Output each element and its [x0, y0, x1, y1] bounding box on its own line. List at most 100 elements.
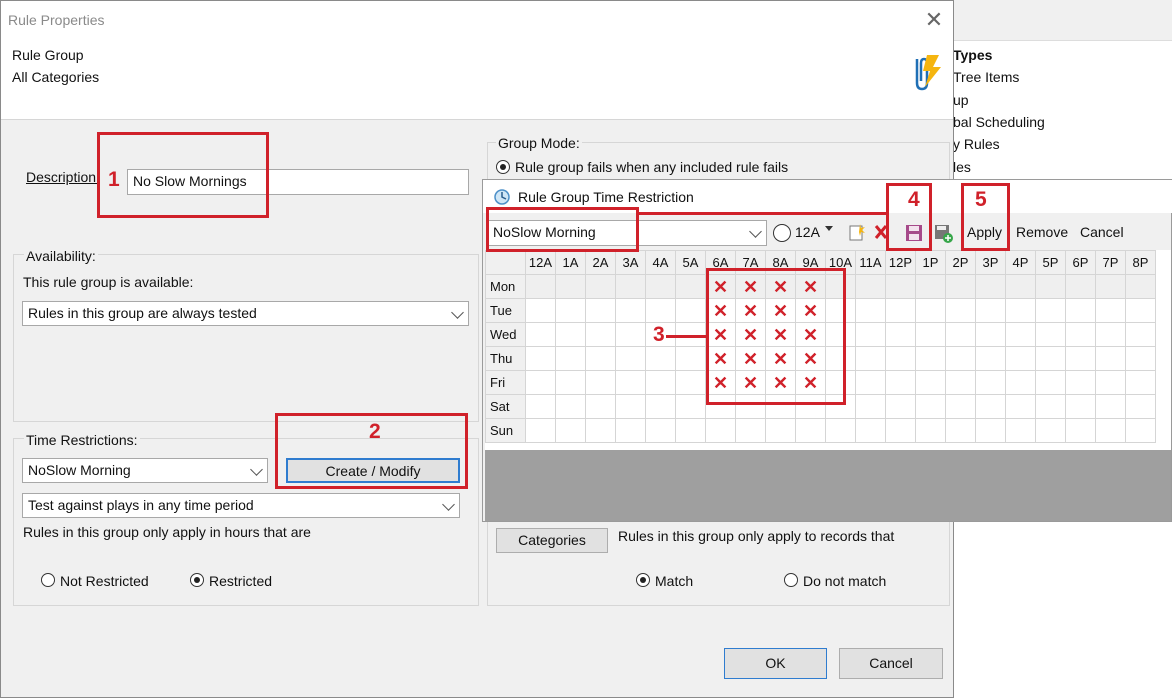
schedule-cell[interactable]: [945, 322, 976, 347]
schedule-cell[interactable]: [1005, 418, 1036, 443]
schedule-cell[interactable]: [915, 394, 946, 419]
schedule-cell[interactable]: [945, 346, 976, 371]
schedule-cell[interactable]: [915, 322, 946, 347]
schedule-cell[interactable]: [1005, 322, 1036, 347]
schedule-cell[interactable]: [585, 370, 616, 395]
day-header[interactable]: Thu: [485, 346, 526, 371]
schedule-cell[interactable]: [1035, 322, 1066, 347]
hour-header[interactable]: 7P: [1095, 250, 1126, 275]
schedule-cell[interactable]: [525, 418, 556, 443]
schedule-cell[interactable]: [615, 370, 646, 395]
schedule-cell[interactable]: [1095, 274, 1126, 299]
schedule-cell[interactable]: [855, 370, 886, 395]
schedule-cell[interactable]: [555, 370, 586, 395]
restricted-radio[interactable]: [190, 573, 204, 587]
schedule-cell[interactable]: [795, 418, 826, 443]
schedule-cell[interactable]: [1095, 346, 1126, 371]
schedule-cell[interactable]: [585, 274, 616, 299]
schedule-cell[interactable]: [585, 298, 616, 323]
schedule-cell[interactable]: [915, 346, 946, 371]
schedule-cell[interactable]: [1095, 322, 1126, 347]
hour-header[interactable]: 5P: [1035, 250, 1066, 275]
schedule-cell[interactable]: [1095, 370, 1126, 395]
day-header[interactable]: Tue: [485, 298, 526, 323]
schedule-cell[interactable]: [1065, 322, 1096, 347]
schedule-cell[interactable]: [855, 418, 886, 443]
schedule-cell[interactable]: [555, 346, 586, 371]
time-dropdown-icon[interactable]: [825, 226, 833, 231]
schedule-cell[interactable]: [945, 370, 976, 395]
schedule-cell[interactable]: [615, 394, 646, 419]
schedule-cell[interactable]: [1005, 370, 1036, 395]
schedule-cell[interactable]: [885, 394, 916, 419]
day-header[interactable]: Fri: [485, 370, 526, 395]
schedule-cell[interactable]: [885, 274, 916, 299]
schedule-cell[interactable]: [525, 322, 556, 347]
schedule-cell[interactable]: [555, 394, 586, 419]
hour-header[interactable]: 3A: [615, 250, 646, 275]
time-restriction-select[interactable]: NoSlow Morning: [22, 458, 268, 483]
schedule-cell[interactable]: [855, 298, 886, 323]
schedule-cell[interactable]: [645, 418, 676, 443]
schedule-cell[interactable]: [1125, 322, 1156, 347]
schedule-cell[interactable]: [675, 394, 706, 419]
schedule-cell[interactable]: [1065, 370, 1096, 395]
group-mode-radio[interactable]: [496, 160, 510, 174]
schedule-cell[interactable]: [1125, 274, 1156, 299]
hour-header[interactable]: 1A: [555, 250, 586, 275]
do-not-match-radio[interactable]: [784, 573, 798, 587]
hour-header[interactable]: 4P: [1005, 250, 1036, 275]
schedule-cell[interactable]: [585, 322, 616, 347]
schedule-cell[interactable]: [945, 394, 976, 419]
schedule-cell[interactable]: [1125, 370, 1156, 395]
schedule-cell[interactable]: [975, 322, 1006, 347]
schedule-cell[interactable]: [825, 418, 856, 443]
schedule-cell[interactable]: [855, 394, 886, 419]
time-value[interactable]: 12A: [795, 224, 820, 240]
cancel-button[interactable]: Cancel: [839, 648, 943, 679]
schedule-cell[interactable]: [1005, 346, 1036, 371]
schedule-cell[interactable]: [1035, 346, 1066, 371]
schedule-cell[interactable]: [1065, 394, 1096, 419]
schedule-cell[interactable]: [1095, 394, 1126, 419]
schedule-cell[interactable]: [1005, 274, 1036, 299]
schedule-cell[interactable]: [675, 370, 706, 395]
hour-header[interactable]: 12P: [885, 250, 916, 275]
hour-header[interactable]: 5A: [675, 250, 706, 275]
schedule-cell[interactable]: [855, 346, 886, 371]
hour-header[interactable]: 2A: [585, 250, 616, 275]
schedule-cell[interactable]: [945, 418, 976, 443]
schedule-cell[interactable]: [975, 298, 1006, 323]
new-icon[interactable]: [847, 222, 867, 242]
schedule-cell[interactable]: [765, 418, 796, 443]
ok-button[interactable]: OK: [724, 648, 827, 679]
schedule-cell[interactable]: [915, 418, 946, 443]
schedule-cell[interactable]: [945, 298, 976, 323]
schedule-cell[interactable]: [1095, 418, 1126, 443]
hour-header[interactable]: 2P: [945, 250, 976, 275]
schedule-cell[interactable]: [585, 346, 616, 371]
schedule-cell[interactable]: [585, 394, 616, 419]
bg-item-rules[interactable]: y Rules: [953, 136, 1000, 152]
schedule-cell[interactable]: [885, 322, 916, 347]
not-restricted-radio[interactable]: [41, 573, 55, 587]
schedule-cell[interactable]: [615, 418, 646, 443]
schedule-cell[interactable]: [555, 298, 586, 323]
hour-header[interactable]: 6P: [1065, 250, 1096, 275]
categories-button[interactable]: Categories: [496, 528, 608, 553]
schedule-cell[interactable]: [885, 346, 916, 371]
bg-item-tree-items[interactable]: Tree Items: [953, 69, 1019, 85]
schedule-cell[interactable]: [615, 322, 646, 347]
schedule-cell[interactable]: [945, 274, 976, 299]
remove-button[interactable]: Remove: [1016, 224, 1068, 240]
schedule-cell[interactable]: [975, 274, 1006, 299]
day-header[interactable]: Sun: [485, 418, 526, 443]
schedule-cell[interactable]: [1035, 418, 1066, 443]
day-header[interactable]: Mon: [485, 274, 526, 299]
schedule-cell[interactable]: [675, 418, 706, 443]
match-radio[interactable]: [636, 573, 650, 587]
day-header[interactable]: Wed: [485, 322, 526, 347]
save-as-icon[interactable]: [933, 223, 953, 243]
bg-item-types[interactable]: Types: [953, 47, 992, 63]
schedule-cell[interactable]: [645, 298, 676, 323]
